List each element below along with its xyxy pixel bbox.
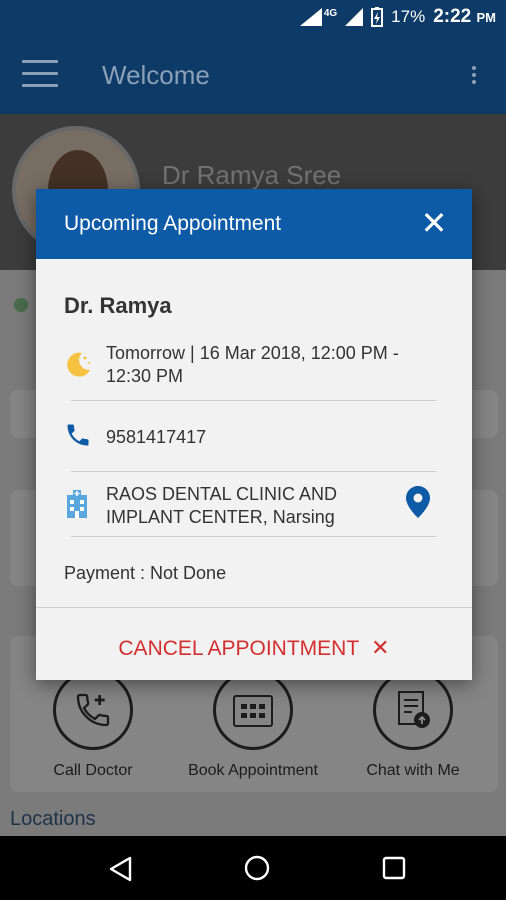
upcoming-appointment-dialog: Upcoming Appointment ✕ Dr. Ramya Tomorro…: [36, 189, 472, 680]
app-bar: Welcome: [0, 38, 506, 114]
page-title: Welcome: [102, 60, 210, 90]
status-bar: 4G 17% 2:22 PM: [0, 0, 506, 38]
clinic-location: RAOS DENTAL CLINIC AND IMPLANT CENTER, N…: [106, 483, 337, 529]
close-icon[interactable]: ✕: [418, 207, 450, 239]
clock: 2:22 PM: [433, 6, 496, 28]
more-options-icon[interactable]: [472, 66, 478, 87]
dialog-title: Upcoming Appointment: [64, 212, 282, 235]
datetime-line2: 12:30 PM: [106, 366, 184, 386]
clock-time: 2:22: [433, 6, 472, 27]
signal-icon-2: [345, 8, 364, 26]
cancel-appointment-label: CANCEL APPOINTMENT: [118, 637, 360, 660]
phone-icon[interactable]: [64, 421, 92, 454]
network-label: 4G: [323, 7, 338, 19]
cancel-appointment-button[interactable]: CANCEL APPOINTMENT ✕: [36, 635, 472, 661]
close-x-icon: ✕: [371, 635, 390, 660]
moon-icon: [64, 349, 94, 384]
battery-percent: 17%: [391, 7, 426, 26]
divider: [71, 536, 436, 537]
hospital-icon: [64, 489, 90, 524]
back-icon[interactable]: [108, 856, 132, 882]
location-line2: IMPLANT CENTER, Narsing: [106, 507, 335, 527]
payment-status: Payment : Not Done: [64, 563, 227, 583]
menu-icon[interactable]: [22, 60, 58, 90]
divider: [71, 471, 436, 472]
datetime-line1: Tomorrow | 16 Mar 2018, 12:00 PM -: [106, 343, 399, 363]
battery-icon: [371, 7, 384, 27]
doctor-name: Dr. Ramya: [64, 293, 172, 318]
recents-icon[interactable]: [382, 856, 406, 880]
phone-number[interactable]: 9581417417: [106, 426, 206, 449]
map-pin-icon[interactable]: [405, 485, 431, 524]
appointment-datetime: Tomorrow | 16 Mar 2018, 12:00 PM - 12:30…: [106, 342, 399, 388]
system-nav-bar: [0, 836, 506, 900]
dialog-header: Upcoming Appointment ✕: [36, 189, 472, 259]
divider: [36, 607, 472, 608]
location-line1: RAOS DENTAL CLINIC AND: [106, 484, 338, 504]
signal-icon: [299, 8, 322, 26]
divider: [71, 400, 436, 401]
clock-ampm: PM: [476, 10, 497, 25]
home-icon[interactable]: [244, 855, 270, 881]
